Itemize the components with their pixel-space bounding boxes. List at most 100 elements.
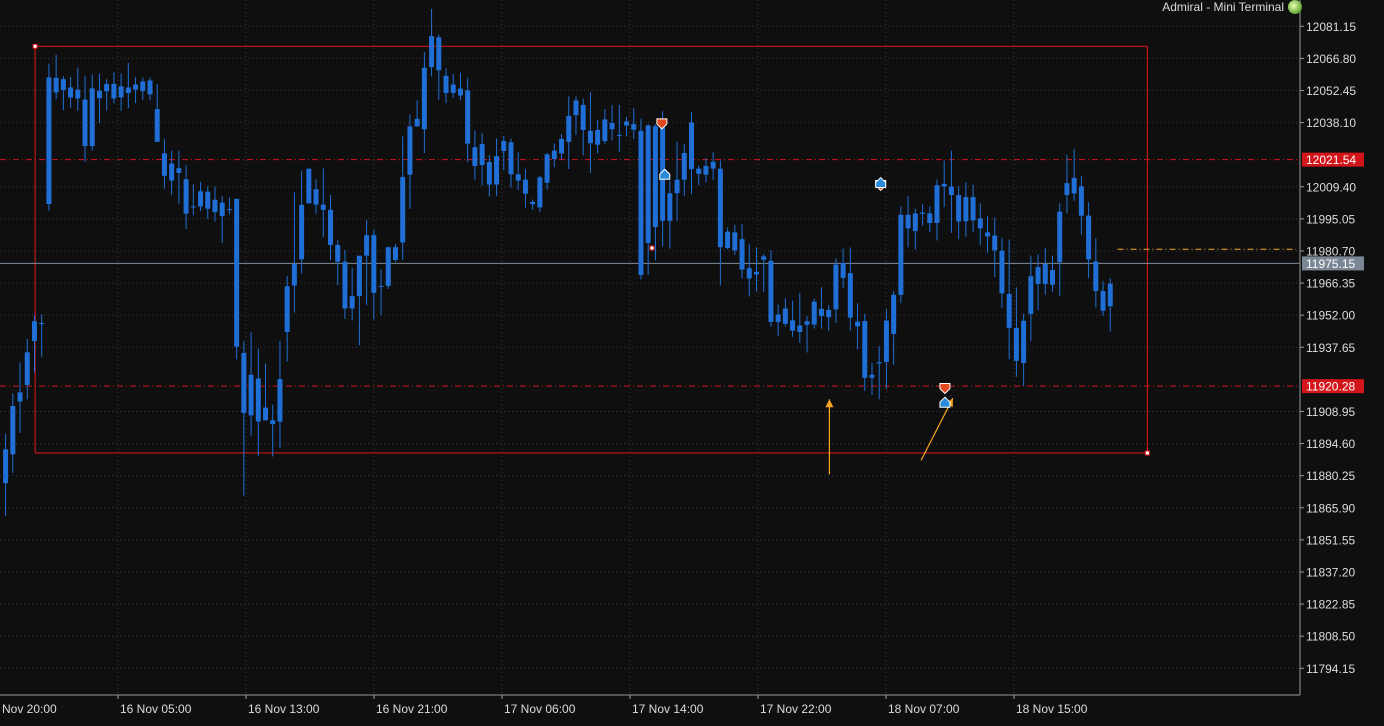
candle-body <box>710 161 716 169</box>
candle-body <box>638 130 644 275</box>
candle-body <box>840 263 846 278</box>
candle-body <box>905 214 911 229</box>
y-tick-label: 11952.00 <box>1306 309 1355 323</box>
rectangle-handle[interactable] <box>1144 450 1150 456</box>
candle-body <box>486 161 492 185</box>
candle-body <box>75 89 81 99</box>
candle-body <box>1021 320 1027 364</box>
candle-body <box>234 198 240 347</box>
candle-body <box>746 268 752 279</box>
y-tick-label: 12038.10 <box>1306 116 1356 130</box>
window-title-text: Admiral - Mini Terminal <box>1162 0 1284 14</box>
candle-body <box>855 321 861 327</box>
mini-terminal-icon[interactable] <box>1288 0 1302 14</box>
candle-body <box>429 36 435 68</box>
candle-body <box>284 286 290 332</box>
candle-body <box>60 79 66 90</box>
y-tick-label: 11894.60 <box>1306 437 1355 451</box>
candle-body <box>161 153 167 176</box>
candle-body <box>862 320 868 378</box>
chart-area[interactable]: 12081.15 12066.80 12052.45 12038.10 12009.40… <box>0 0 1384 721</box>
x-tick-label: 16 Nov 13:00 <box>248 702 320 716</box>
candle-body <box>436 37 442 71</box>
candle-body <box>96 90 102 99</box>
candle-body <box>761 256 767 260</box>
candle-body <box>847 273 853 318</box>
y-tick-label: 11995.05 <box>1306 212 1355 226</box>
candle-body <box>912 213 918 232</box>
candle-body <box>306 168 312 204</box>
candle-body <box>349 296 355 309</box>
candle-body <box>782 308 788 324</box>
candle-body <box>328 209 333 245</box>
candle-body <box>681 153 687 180</box>
candle-body <box>674 179 680 194</box>
candle-body <box>559 138 565 154</box>
rectangle-handle[interactable] <box>32 43 38 49</box>
x-tick-label: 17 Nov 14:00 <box>632 702 704 716</box>
candle-body <box>291 263 297 286</box>
candle-body <box>797 325 803 332</box>
x-tick-label: 8 Nov 20:00 <box>0 702 57 716</box>
candle-body <box>927 213 933 224</box>
candle-body <box>566 115 572 142</box>
candle-body <box>183 179 189 214</box>
candle-body <box>833 264 839 310</box>
candle-body <box>241 352 247 413</box>
candle-body <box>1086 215 1092 260</box>
candle-body <box>941 183 947 187</box>
candle-body <box>421 67 427 130</box>
x-tick-label: 18 Nov 07:00 <box>888 702 960 716</box>
candle-body <box>869 374 875 378</box>
rectangle-handle[interactable] <box>649 245 655 251</box>
candle-body <box>624 121 630 126</box>
candle-body <box>1006 293 1012 328</box>
candle-body <box>595 129 601 145</box>
candle-body <box>212 199 218 213</box>
candle-body <box>443 75 449 94</box>
candle-body <box>826 309 832 318</box>
y-tick-label: 11808.50 <box>1306 630 1355 644</box>
candle-body <box>24 352 30 385</box>
y-tick-label: 11937.65 <box>1306 341 1355 355</box>
candle-body <box>450 84 456 93</box>
candle-body <box>948 186 954 196</box>
candle-body <box>465 90 471 144</box>
lower-level-price-tag: 11920.28 <box>1306 380 1355 394</box>
candle-body <box>198 191 204 207</box>
candle-body <box>602 119 608 142</box>
candle-body <box>335 244 341 262</box>
candle-body <box>89 88 95 147</box>
candle-body <box>342 261 348 309</box>
y-tick-label: 11837.20 <box>1306 565 1355 579</box>
candle-body <box>39 323 45 325</box>
candle-body <box>725 231 731 249</box>
candle-body <box>371 235 377 293</box>
candle-body <box>414 118 420 127</box>
candle-body <box>82 99 88 147</box>
candle-body <box>717 168 723 248</box>
candle-body <box>263 407 269 421</box>
candle-body <box>1028 276 1034 314</box>
candle-body <box>956 195 962 222</box>
candle-body <box>1078 186 1084 216</box>
candle-body <box>1035 267 1041 284</box>
candle-body <box>515 174 521 181</box>
candle-body <box>775 314 781 322</box>
candle-body <box>378 285 384 287</box>
candle-body <box>248 374 254 416</box>
candle-body <box>111 83 117 99</box>
candle-body <box>407 126 413 175</box>
candle-body <box>219 202 225 217</box>
candle-body <box>790 320 796 331</box>
upper-level-price-tag: 12021.54 <box>1306 153 1356 167</box>
candle-body <box>3 449 9 484</box>
candle-body <box>631 124 637 130</box>
candle-body <box>385 247 391 286</box>
candle-body <box>68 87 74 98</box>
candlestick-chart[interactable]: 12081.15 12066.80 12052.45 12038.10 12009.40… <box>0 0 1384 721</box>
candle-body <box>457 88 463 96</box>
candle-body <box>934 185 940 224</box>
candle-body <box>530 201 536 205</box>
candle-body <box>689 122 694 170</box>
